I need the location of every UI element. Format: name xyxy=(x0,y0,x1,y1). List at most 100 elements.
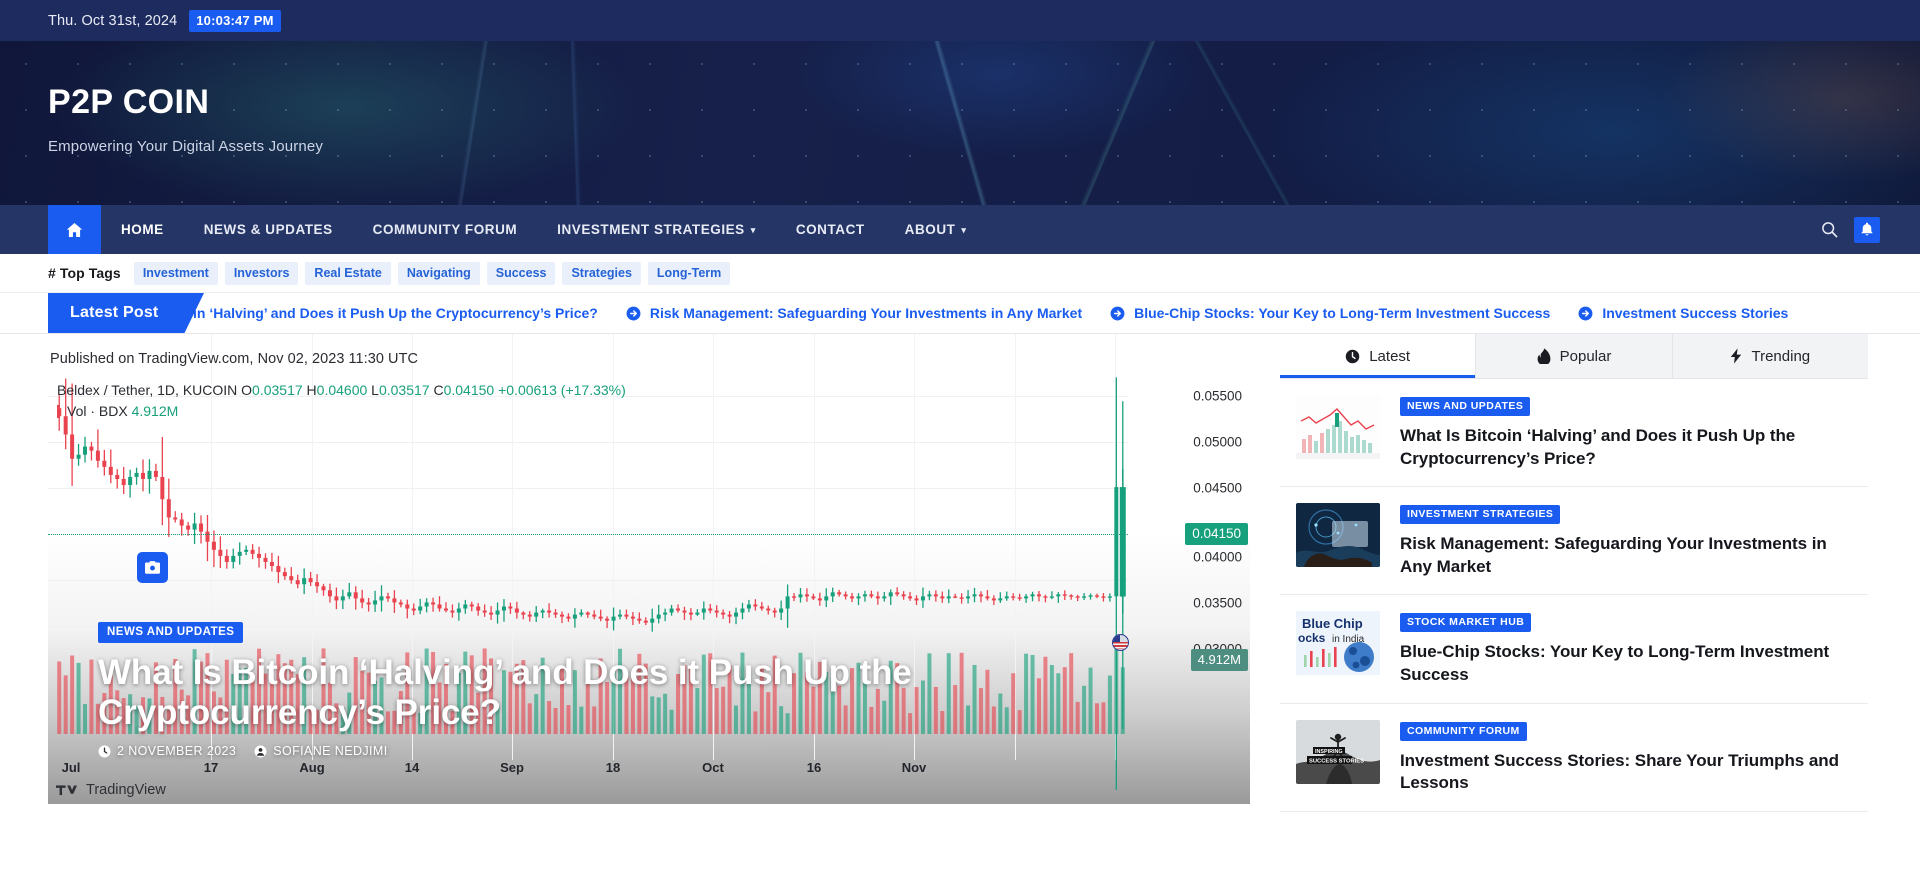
chevron-down-icon: ▾ xyxy=(750,225,756,235)
tag-chip[interactable]: Real Estate xyxy=(305,261,391,285)
price-tick: 0.05000 xyxy=(1193,434,1242,450)
volume-label: Vol · BDX xyxy=(67,403,128,419)
sidebar-tabs: Latest Popular Trending xyxy=(1280,334,1868,379)
tradingview-brand[interactable]: TradingView xyxy=(56,782,166,798)
tradingview-brand-label: TradingView xyxy=(86,782,166,798)
ohlc-low-value: 0.03517 xyxy=(378,382,430,398)
ticker-item-label: Risk Management: Safeguarding Your Inves… xyxy=(649,305,1083,321)
nav-item-news-updates[interactable]: NEWS & UPDATES xyxy=(184,205,353,254)
search-icon xyxy=(1821,222,1837,238)
list-item[interactable]: Blue Chip ocks in India STOCK MARKET HUB… xyxy=(1280,595,1868,704)
snapshot-button[interactable] xyxy=(137,552,168,583)
search-button[interactable] xyxy=(1816,217,1842,243)
tag-chip[interactable]: Investors xyxy=(224,261,299,285)
tab-label: Popular xyxy=(1559,347,1612,365)
hero-date: 2 NOVEMBER 2023 xyxy=(98,744,236,758)
post-category-badge[interactable]: COMMUNITY FORUM xyxy=(1400,721,1527,741)
ticker-item[interactable]: Blue-Chip Stocks: Your Key to Long-Term … xyxy=(1110,305,1578,321)
clock-icon xyxy=(1345,349,1360,363)
ticker-item-label: Investment Success Stories xyxy=(1602,305,1789,321)
time-tick: 16 xyxy=(806,760,822,775)
hero-date-label: 2 NOVEMBER 2023 xyxy=(117,744,237,758)
tab-trending[interactable]: Trending xyxy=(1672,334,1868,378)
svg-text:Blue Chip: Blue Chip xyxy=(1302,616,1363,631)
post-thumbnail xyxy=(1296,503,1380,568)
time-tick: Aug xyxy=(299,760,325,775)
ohlc-close-label: C xyxy=(433,382,444,398)
ohlc-high-label: H xyxy=(306,382,317,398)
list-item[interactable]: NEWS AND UPDATES What Is Bitcoin ‘Halvin… xyxy=(1280,379,1868,488)
ticker-item[interactable]: Investment Success Stories xyxy=(1578,305,1816,321)
chart-thumb-icon xyxy=(1296,395,1380,459)
price-axis[interactable]: 0.05500 0.05000 0.04500 0.04150 0.04000 … xyxy=(1128,334,1250,760)
current-time: 10:03:47 PM xyxy=(189,9,281,32)
post-category-badge[interactable]: STOCK MARKET HUB xyxy=(1400,613,1532,633)
post-thumbnail: INSPIRING SUCCESS STORIES xyxy=(1296,719,1380,784)
tag-chip[interactable]: Investment xyxy=(133,261,218,285)
ticker-label: Latest Post xyxy=(48,293,205,333)
success-thumb-icon: INSPIRING SUCCESS STORIES xyxy=(1296,719,1380,784)
bell-icon xyxy=(1861,222,1873,236)
tag-chip[interactable]: Long-Term xyxy=(647,261,731,285)
tag-chip[interactable]: Success xyxy=(486,261,556,285)
time-axis[interactable]: Jul 17 Aug 14 Sep 18 Oct 16 Nov xyxy=(48,760,1128,778)
nav-item-home[interactable]: HOME xyxy=(101,205,184,254)
time-tick: Jul xyxy=(61,760,81,775)
top-tags-bar: # Top Tags Investment Investors Real Est… xyxy=(0,254,1920,293)
nav-item-label: HOME xyxy=(121,222,164,237)
notifications-button[interactable] xyxy=(1854,216,1880,243)
list-item[interactable]: INSPIRING SUCCESS STORIES COMMUNITY FORU… xyxy=(1280,703,1868,812)
featured-post-hero[interactable]: Published on TradingView.com, Nov 02, 20… xyxy=(48,334,1250,804)
chart-published-line: Published on TradingView.com, Nov 02, 20… xyxy=(50,351,419,367)
hero-category-badge[interactable]: NEWS AND UPDATES xyxy=(98,621,244,643)
chart-ohlc-line: Beldex / Tether, 1D, KUCOIN O0.03517 H0.… xyxy=(57,382,626,398)
nav-item-community-forum[interactable]: COMMUNITY FORUM xyxy=(353,205,538,254)
volume-tick-icon xyxy=(57,405,60,418)
chart-symbol: Beldex / Tether, 1D, KUCOIN xyxy=(57,382,238,398)
post-thumbnail xyxy=(1296,395,1380,459)
post-title[interactable]: Investment Success Stories: Share Your T… xyxy=(1400,750,1850,795)
ticker-item-label: Is Bitcoin ‘Halving’ and Does it Push Up… xyxy=(184,305,598,321)
post-title[interactable]: Risk Management: Safeguarding Your Inves… xyxy=(1400,533,1850,578)
time-tick: Sep xyxy=(500,760,524,775)
post-body: INVESTMENT STRATEGIES Risk Management: S… xyxy=(1400,503,1850,578)
nav-item-label: CONTACT xyxy=(795,222,865,237)
nav-item-investment-strategies[interactable]: INVESTMENT STRATEGIES ▾ xyxy=(537,205,776,254)
nav-item-label: COMMUNITY FORUM xyxy=(372,222,518,237)
tab-popular[interactable]: Popular xyxy=(1476,334,1673,378)
sidebar: Latest Popular Trending NEWS AND UPDATES… xyxy=(1280,334,1868,812)
nav-item-about[interactable]: ABOUT ▾ xyxy=(885,205,987,254)
nav-item-contact[interactable]: CONTACT xyxy=(776,205,885,254)
chart-volume-line: Vol · BDX 4.912M xyxy=(57,403,178,419)
svg-text:INSPIRING: INSPIRING xyxy=(1315,749,1343,755)
user-icon xyxy=(254,745,267,757)
volume-value: 4.912M xyxy=(131,403,179,419)
post-category-badge[interactable]: NEWS AND UPDATES xyxy=(1400,397,1531,416)
svg-text:SUCCESS STORIES: SUCCESS STORIES xyxy=(1309,758,1364,764)
nav-home-button[interactable] xyxy=(48,205,101,254)
ticker-item[interactable]: Risk Management: Safeguarding Your Inves… xyxy=(626,305,1110,321)
tag-chip[interactable]: Strategies xyxy=(562,261,641,285)
ticker-item-label: Blue-Chip Stocks: Your Key to Long-Term … xyxy=(1134,305,1551,321)
tag-chip[interactable]: Navigating xyxy=(397,261,480,285)
arrow-circle-right-icon xyxy=(1578,306,1593,320)
tech-thumb-icon xyxy=(1296,503,1380,568)
post-title[interactable]: What Is Bitcoin ‘Halving’ and Does it Pu… xyxy=(1400,425,1850,470)
site-title[interactable]: P2P COIN xyxy=(48,84,1920,121)
price-tick: 0.04000 xyxy=(1193,549,1242,565)
flame-icon xyxy=(1537,348,1551,364)
ticker-item[interactable]: Is Bitcoin ‘Halving’ and Does it Push Up… xyxy=(184,305,625,321)
list-item[interactable]: INVESTMENT STRATEGIES Risk Management: S… xyxy=(1280,487,1868,596)
hero-author[interactable]: SOFIANE NEDJIMI xyxy=(254,744,387,758)
post-category-badge[interactable]: INVESTMENT STRATEGIES xyxy=(1400,505,1561,525)
svg-text:ocks: ocks xyxy=(1298,631,1326,645)
top-bar: Thu. Oct 31st, 2024 10:03:47 PM xyxy=(0,0,1920,41)
price-tick: 0.05500 xyxy=(1193,388,1242,404)
home-icon xyxy=(66,222,83,237)
nav-item-list: HOME NEWS & UPDATES COMMUNITY FORUM INVE… xyxy=(101,205,987,254)
ohlc-open-value: 0.03517 xyxy=(252,382,303,398)
tab-latest[interactable]: Latest xyxy=(1280,334,1477,378)
time-tick: 17 xyxy=(203,760,219,775)
post-title[interactable]: Blue-Chip Stocks: Your Key to Long-Term … xyxy=(1400,641,1850,686)
hero-post-title[interactable]: What Is Bitcoin ‘Halving’ and Does it Pu… xyxy=(98,653,1138,734)
